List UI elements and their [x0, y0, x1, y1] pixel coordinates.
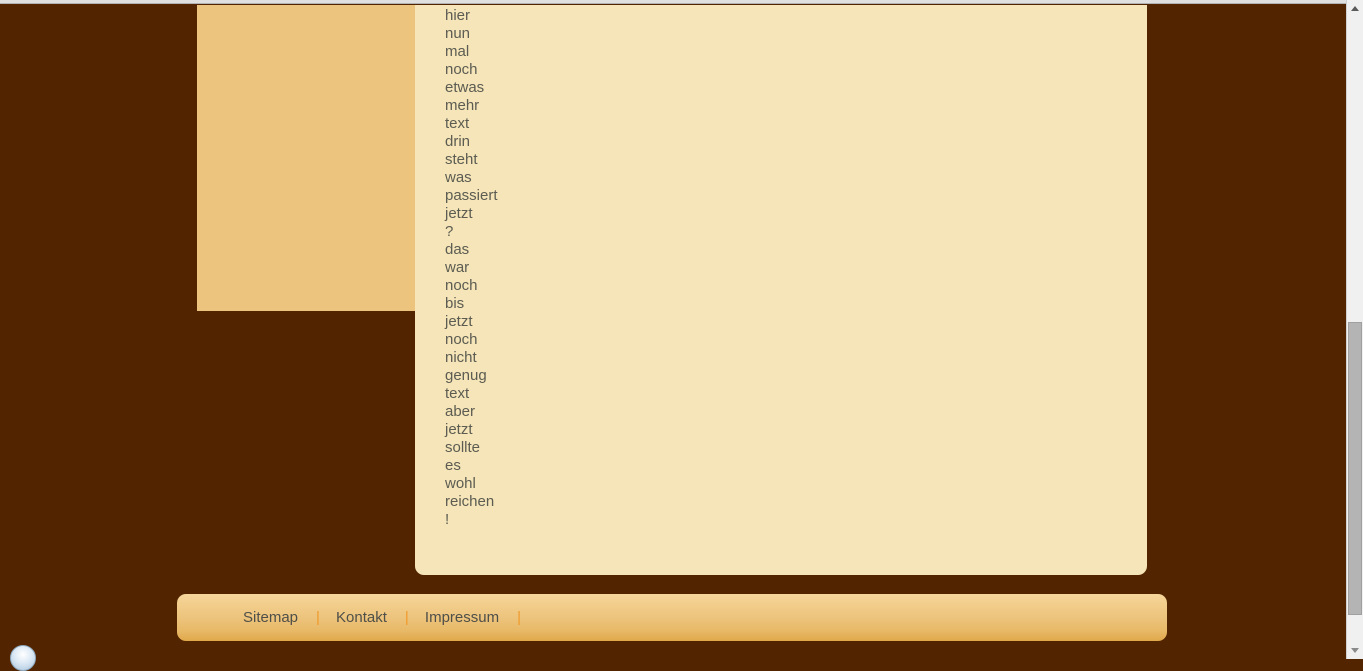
chevron-up-icon — [1351, 6, 1359, 11]
sidebar-panel — [197, 5, 420, 311]
content-line: nicht — [445, 349, 477, 366]
scrollbar-up-button[interactable] — [1347, 0, 1363, 17]
footer-navigation-bar: Sitemap | Kontakt | Impressum | — [177, 594, 1167, 641]
content-line: text — [445, 385, 470, 402]
content-line: noch — [445, 331, 478, 348]
content-line: ? — [445, 223, 454, 240]
content-line: sollte — [445, 439, 481, 456]
round-widget-icon[interactable] — [10, 645, 36, 671]
footer-link-sitemap[interactable]: Sitemap — [225, 594, 316, 641]
content-line: genug — [445, 367, 487, 384]
content-line: was — [445, 169, 472, 186]
content-line: jetzt — [445, 421, 473, 438]
scrollbar-track-lower[interactable] — [1347, 615, 1363, 642]
content-line: jetzt — [445, 313, 473, 330]
content-line: noch — [445, 277, 478, 294]
content-line: war — [445, 259, 470, 276]
vertical-scrollbar[interactable] — [1346, 0, 1363, 659]
content-line: etwas — [445, 79, 485, 96]
chevron-down-icon — [1351, 648, 1359, 653]
footer-links: Sitemap | Kontakt | Impressum | — [225, 594, 521, 641]
content-line: ! — [445, 511, 450, 528]
content-line: hier — [445, 7, 471, 24]
content-line: steht — [445, 151, 478, 168]
footer-separator: | — [517, 609, 521, 626]
scrollbar-thumb[interactable] — [1348, 322, 1362, 615]
content-line: das — [445, 241, 470, 258]
footer-link-impressum[interactable]: Impressum — [407, 594, 517, 641]
content-word-list: hier nun mal noch etwas mehr text drin steht was p… — [445, 7, 1105, 529]
content-line: es — [445, 457, 461, 474]
content-line: reichen — [445, 493, 495, 510]
content-line: mehr — [445, 97, 480, 114]
scrollbar-track-upper[interactable] — [1347, 17, 1363, 322]
content-line: mal — [445, 43, 470, 60]
footer-link-kontakt[interactable]: Kontakt — [318, 594, 405, 641]
content-line: bis — [445, 295, 465, 312]
content-line: wohl — [445, 475, 476, 492]
content-line: noch — [445, 61, 478, 78]
content-line: aber — [445, 403, 476, 420]
browser-chrome-strip — [0, 0, 1363, 4]
scrollbar-down-button[interactable] — [1347, 642, 1363, 659]
content-line: passiert — [445, 187, 498, 204]
content-line: nun — [445, 25, 471, 42]
main-content-panel: hier nun mal noch etwas mehr text drin steht was p… — [415, 5, 1147, 575]
content-line: jetzt — [445, 205, 473, 222]
content-line: drin — [445, 133, 471, 150]
content-line: text — [445, 115, 470, 132]
